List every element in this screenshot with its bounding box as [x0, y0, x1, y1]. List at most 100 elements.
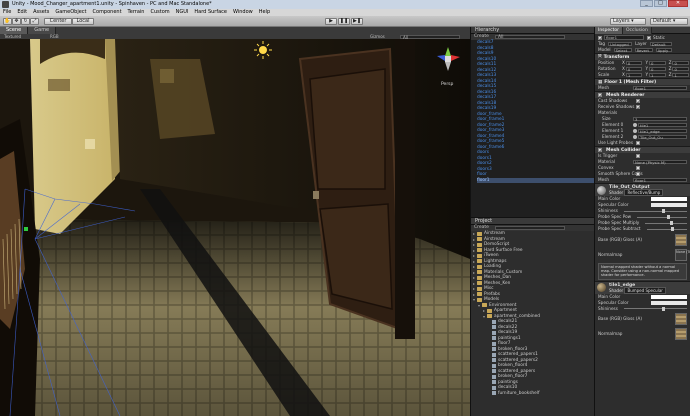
normalmap-texture-slot[interactable]	[675, 328, 687, 341]
prefab-select-button[interactable]: Select	[613, 47, 632, 53]
color-swatch[interactable]	[651, 197, 687, 201]
transform-y-field[interactable]: 0	[649, 60, 666, 66]
slider[interactable]	[645, 221, 687, 225]
color-swatch[interactable]	[651, 203, 687, 207]
transform-z-field[interactable]: 0	[672, 60, 689, 66]
slider[interactable]	[637, 215, 687, 219]
menu-item-hard-surface[interactable]: Hard Surface	[194, 9, 227, 16]
slider-knob[interactable]	[661, 306, 665, 311]
slider-knob[interactable]	[661, 209, 665, 213]
menu-item-help[interactable]: Help	[259, 9, 270, 16]
transform-y-field[interactable]: 0	[649, 66, 666, 72]
object-name-field[interactable]: floor1	[604, 35, 644, 40]
slider-knob[interactable]	[670, 227, 674, 231]
transform-y-field[interactable]: 1	[649, 72, 666, 78]
material2-shader-dropdown[interactable]: Bumped Specular	[624, 286, 666, 294]
scene-viewport[interactable]: Persp	[0, 39, 470, 416]
material1-shader-dropdown[interactable]: Reflective/Bump	[624, 189, 664, 196]
transform-z-field[interactable]: 0	[672, 66, 689, 72]
slider[interactable]	[646, 227, 687, 231]
color-swatch[interactable]	[651, 294, 687, 299]
menu-item-assets[interactable]: Assets	[33, 9, 49, 16]
slider-knob[interactable]	[670, 221, 674, 225]
maximize-button[interactable]: □	[654, 0, 667, 7]
active-checkbox[interactable]: ✓	[598, 35, 602, 40]
tab-inspector[interactable]: Inspector	[595, 27, 623, 34]
transform-z-field[interactable]: 1	[672, 72, 689, 78]
project-item[interactable]: furniture_bookshelf	[473, 391, 594, 397]
project-tab[interactable]: Project	[471, 218, 594, 225]
color-swatch[interactable]	[651, 300, 687, 305]
pause-button[interactable]: ❚❚	[338, 18, 350, 25]
layout-dropdown[interactable]: Default ▾	[650, 18, 688, 25]
close-button[interactable]: ✕	[668, 0, 688, 7]
convex-checkbox[interactable]	[636, 166, 640, 170]
mesh-field[interactable]: floor1	[633, 85, 687, 91]
receive-shadows-checkbox[interactable]: ✓	[636, 105, 640, 110]
play-button[interactable]: ▶	[325, 18, 337, 25]
hand-tool-button[interactable]: ✋	[3, 18, 12, 25]
step-button[interactable]: ▶❚	[351, 18, 363, 25]
transform-component-header[interactable]: ⤧ Transform	[595, 53, 690, 60]
folder-icon	[477, 264, 482, 269]
material-element-field[interactable]: tile1_edge	[638, 128, 687, 134]
axis-label: Y	[645, 72, 648, 77]
mesh-collider-header[interactable]: ✓ Mesh Collider	[595, 146, 690, 153]
hierarchy-search-input[interactable]: All	[494, 34, 565, 39]
rotate-tool-button[interactable]: ↻	[21, 18, 30, 25]
mesh-renderer-enabled-checkbox[interactable]: ✓	[598, 93, 602, 98]
hierarchy-tab[interactable]: Hierarchy	[471, 27, 594, 34]
menu-item-file[interactable]: File	[3, 9, 11, 16]
tag-dropdown[interactable]: Untagged	[608, 41, 633, 47]
menu-item-ngui[interactable]: NGUI	[176, 9, 189, 16]
mesh-file-icon	[492, 358, 496, 363]
normalmap-texture-slot[interactable]: None (Texture)	[675, 248, 690, 261]
transform-x-field[interactable]: 1	[625, 72, 643, 78]
space-toggle[interactable]: Local	[72, 18, 94, 25]
static-checkbox[interactable]: ✓	[647, 35, 651, 40]
base-texture-slot[interactable]	[675, 313, 687, 326]
project-search-input[interactable]	[494, 225, 565, 230]
transform-x-field[interactable]: 0	[625, 66, 643, 72]
material1-header[interactable]: Tile_Out_Output Shader Reflective/Bump	[595, 183, 690, 196]
hierarchy-item[interactable]: floor1	[477, 177, 594, 183]
menu-bar: File Edit Assets GameObject Component Terrain…	[0, 9, 690, 16]
move-tool-button[interactable]: ✥	[12, 18, 21, 25]
menu-item-gameobject[interactable]: GameObject	[55, 9, 86, 16]
mesh-renderer-header[interactable]: ✓ Mesh Renderer	[595, 91, 690, 98]
material-element-field[interactable]: tile1	[638, 122, 687, 128]
transform-x-field[interactable]: 0	[625, 60, 643, 66]
scene-search-input[interactable]: All	[400, 34, 460, 39]
prefab-revert-button[interactable]: Revert	[634, 47, 653, 53]
cast-shadows-checkbox[interactable]: ✓	[636, 99, 640, 104]
base-texture-slot[interactable]	[675, 233, 687, 246]
material2-header[interactable]: tile1_edge Shader Bumped Specular	[595, 280, 690, 294]
collider-material-field[interactable]: None (Physic M)	[633, 159, 687, 165]
light-probes-checkbox[interactable]	[636, 141, 640, 145]
layers-dropdown[interactable]: Layers ▾	[610, 18, 646, 25]
menu-item-custom[interactable]: Custom	[150, 9, 169, 16]
size-field[interactable]: 3	[633, 116, 687, 122]
mesh-filter-header[interactable]: ▦ Floor 1 (Mesh Filter)	[595, 78, 690, 85]
slider[interactable]	[623, 306, 687, 311]
slider[interactable]	[623, 209, 687, 213]
menu-item-window[interactable]: Window	[233, 9, 253, 16]
persp-label[interactable]: Persp	[441, 82, 453, 87]
mesh-collider-enabled-checkbox[interactable]: ✓	[598, 148, 602, 153]
prefab-apply-button[interactable]: Apply	[655, 47, 672, 53]
tab-occlusion[interactable]: Occlusion	[623, 27, 652, 34]
scale-tool-button[interactable]: ⤢	[30, 18, 39, 25]
layer-dropdown[interactable]: Default	[649, 41, 672, 47]
menu-item-edit[interactable]: Edit	[17, 9, 27, 16]
collider-mesh-field[interactable]: floor1	[633, 177, 687, 183]
material-element-field[interactable]: Tile_Out_Ou	[638, 134, 687, 140]
smooth-sphere-checkbox[interactable]	[636, 172, 640, 176]
menu-item-component[interactable]: Component	[93, 9, 122, 16]
minimize-button[interactable]: _	[640, 0, 653, 7]
tab-game[interactable]: Game	[28, 27, 57, 34]
is-trigger-checkbox[interactable]	[636, 154, 640, 158]
pivot-toggle[interactable]: Center	[44, 18, 72, 25]
slider-knob[interactable]	[667, 215, 671, 219]
tab-scene[interactable]: Scene	[0, 27, 29, 34]
menu-item-terrain[interactable]: Terrain	[128, 9, 145, 16]
